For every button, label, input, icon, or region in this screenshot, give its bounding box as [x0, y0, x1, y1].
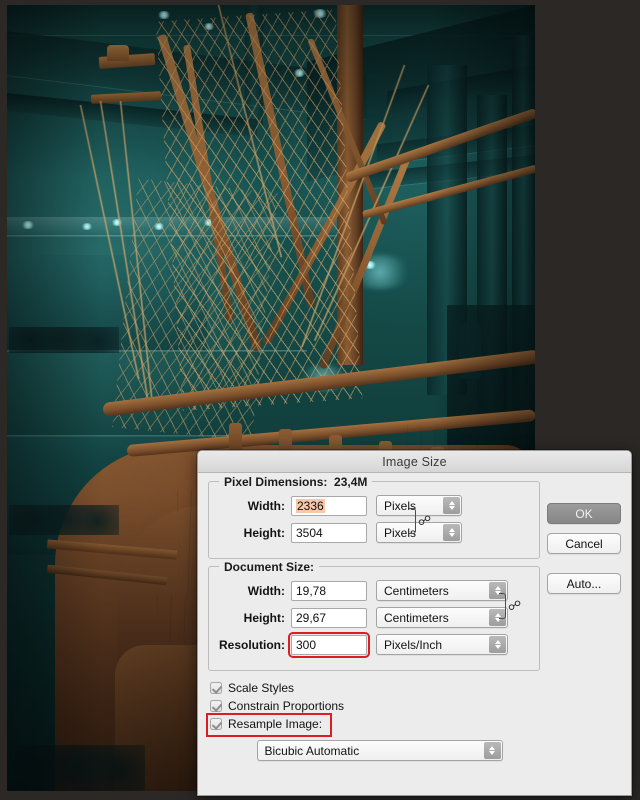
resample-method-select[interactable]: Bicubic Automatic	[256, 740, 503, 761]
document-size-group: Document Size: Width: 19,78 Centimeters	[208, 560, 540, 671]
pixel-width-label: Width:	[247, 498, 285, 513]
resolution-value: 300	[296, 637, 317, 652]
dialog-titlebar: Image Size	[198, 451, 631, 473]
doc-width-label: Width:	[247, 583, 285, 598]
dialog-title: Image Size	[382, 454, 447, 469]
document-size-link-group: ☍	[498, 593, 521, 619]
chain-link-icon[interactable]: ☍	[418, 515, 431, 528]
pixel-width-input[interactable]: 2336	[291, 495, 367, 516]
dialog-button-column: OK Cancel Auto...	[547, 503, 621, 594]
pixel-width-row: Width: 2336 Pixels	[217, 495, 531, 516]
doc-height-value: 29,67	[296, 610, 327, 625]
pixel-height-row: Height: 3504 Pixels	[217, 522, 531, 543]
chevron-updown-icon[interactable]	[483, 742, 501, 759]
screen: Image Size Pixel Dimensions: 23,4M Width…	[0, 0, 640, 800]
chain-link-icon[interactable]: ☍	[508, 600, 521, 613]
bracket-icon	[408, 508, 416, 534]
doc-height-row: Height: 29,67 Centimeters	[217, 607, 531, 628]
doc-width-value: 19,78	[296, 583, 327, 598]
resolution-unit-select[interactable]: Pixels/Inch	[376, 634, 508, 655]
chevron-updown-icon[interactable]	[489, 636, 506, 653]
cancel-button[interactable]: Cancel	[547, 533, 621, 554]
constrain-proportions-row[interactable]: Constrain Proportions	[210, 697, 540, 714]
dialog-left-column: Pixel Dimensions: 23,4M Width: 2336 Pixe…	[206, 475, 540, 761]
bracket-icon	[498, 593, 506, 619]
pixel-height-input[interactable]: 3504	[291, 522, 367, 543]
auto-button[interactable]: Auto...	[547, 573, 621, 594]
pixel-dimensions-value: 23,4M	[334, 475, 368, 489]
doc-height-unit-value: Centimeters	[384, 610, 449, 625]
pixel-height-label: Height:	[243, 525, 285, 540]
chevron-updown-icon[interactable]	[443, 497, 460, 514]
ok-button[interactable]: OK	[547, 503, 621, 524]
pixel-dimensions-legend: Pixel Dimensions: 23,4M	[219, 475, 373, 489]
chevron-updown-icon[interactable]	[443, 524, 460, 541]
constrain-proportions-checkbox[interactable]	[210, 699, 222, 712]
pixel-height-value: 3504	[296, 525, 323, 540]
options-group: Scale Styles Constrain Proportions Resam…	[206, 678, 540, 761]
resample-image-row[interactable]: Resample Image:	[206, 713, 540, 737]
scale-styles-row[interactable]: Scale Styles	[210, 679, 540, 696]
doc-height-input[interactable]: 29,67	[291, 607, 367, 628]
pixel-dimensions-link-group: ☍	[408, 508, 431, 534]
resolution-label: Resolution:	[219, 637, 285, 652]
doc-height-unit-select[interactable]: Centimeters	[376, 607, 508, 628]
doc-width-unit-select[interactable]: Centimeters	[376, 580, 508, 601]
pixel-dimensions-group: Pixel Dimensions: 23,4M Width: 2336 Pixe…	[208, 475, 540, 559]
doc-width-unit-value: Centimeters	[384, 583, 449, 598]
resample-method-row: Bicubic Automatic	[210, 740, 540, 761]
document-size-legend: Document Size:	[219, 560, 320, 574]
scale-styles-label: Scale Styles	[228, 680, 295, 695]
resolution-unit-value: Pixels/Inch	[384, 637, 443, 652]
resample-image-checkbox[interactable]	[210, 717, 222, 730]
pixel-dimensions-label: Pixel Dimensions:	[224, 475, 328, 489]
constrain-proportions-label: Constrain Proportions	[228, 698, 345, 713]
scale-styles-checkbox[interactable]	[210, 681, 222, 694]
dialog-body: Pixel Dimensions: 23,4M Width: 2336 Pixe…	[198, 473, 631, 761]
doc-height-label: Height:	[243, 610, 285, 625]
doc-width-input[interactable]: 19,78	[291, 580, 367, 601]
pixel-width-value: 2336	[296, 498, 325, 513]
resample-image-label: Resample Image:	[228, 716, 323, 731]
resample-method-value: Bicubic Automatic	[264, 743, 360, 758]
resolution-row: Resolution: 300 Pixels/Inch	[217, 631, 531, 658]
image-size-dialog: Image Size Pixel Dimensions: 23,4M Width…	[197, 450, 632, 796]
doc-width-row: Width: 19,78 Centimeters	[217, 580, 531, 601]
resolution-input[interactable]: 300	[288, 631, 370, 658]
